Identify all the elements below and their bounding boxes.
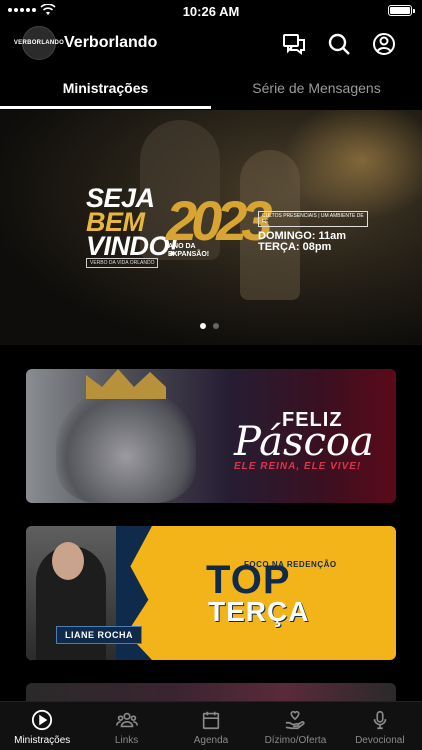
bottom-nav: Ministrações Links Agenda Dízimo/Oferta … xyxy=(0,701,422,750)
hand-heart-icon xyxy=(286,710,306,730)
top-terca-card[interactable]: FOCO NA REDENÇÃO TOP TERÇA LIANE ROCHA xyxy=(26,526,396,660)
easter-subtitle: ELE REINA, ELE VIVE! xyxy=(234,461,362,472)
carousel-dot-active[interactable] xyxy=(200,323,206,329)
terca-title: TERÇA xyxy=(208,596,310,627)
carousel-dots[interactable] xyxy=(200,323,219,329)
group-icon xyxy=(115,712,138,728)
social-handle: VERBO DA VIDA ORLANDO xyxy=(86,258,159,268)
tab-bar: Ministrações Série de Mensagens xyxy=(0,70,422,110)
schedule-tagline: CULTOS PRESENCIAIS | UM AMBIENTE DE FÉ xyxy=(258,211,368,227)
nav-links[interactable]: Links xyxy=(84,702,168,750)
service-schedule: CULTOS PRESENCIAIS | UM AMBIENTE DE FÉ D… xyxy=(258,210,368,253)
easter-title: Páscoa xyxy=(234,419,374,465)
nav-dizimo-oferta[interactable]: Dízimo/Oferta xyxy=(253,702,337,750)
app-logo: VERBORLANDO xyxy=(14,26,64,60)
hero-banner[interactable]: SEJA BEM VINDO! 2023 ANO DA EXPANSÃO! VE… xyxy=(0,110,422,345)
calendar-icon xyxy=(202,711,220,730)
nav-label: Devocional xyxy=(355,735,405,746)
speaker-name: LIANE ROCHA xyxy=(56,626,142,644)
nav-devocional[interactable]: Devocional xyxy=(338,702,422,750)
status-time: 10:26 AM xyxy=(182,4,240,19)
welcome-text: SEJA BEM VINDO! xyxy=(86,185,178,261)
app-header: VERBORLANDO Verborlando xyxy=(0,22,422,66)
microphone-icon xyxy=(373,710,387,730)
nav-ministracoes[interactable]: Ministrações xyxy=(0,702,84,750)
nav-label: Dízimo/Oferta xyxy=(264,735,327,746)
app-title: Verborlando xyxy=(64,34,158,51)
carousel-dot[interactable] xyxy=(213,323,219,329)
search-icon[interactable] xyxy=(326,31,352,57)
nav-label: Ministrações xyxy=(14,735,71,746)
status-bar: 10:26 AM xyxy=(0,0,422,22)
tab-ministracoes[interactable]: Ministrações xyxy=(0,70,211,110)
chat-icon[interactable] xyxy=(281,31,307,57)
tab-serie-de-mensagens[interactable]: Série de Mensagens xyxy=(211,70,422,110)
easter-card[interactable]: FELIZ Páscoa ELE REINA, ELE VIVE! xyxy=(26,369,396,503)
tab-indicator xyxy=(0,106,211,109)
schedule-tuesday: TERÇA: 08pm xyxy=(258,241,332,253)
lion-image xyxy=(56,387,196,503)
play-circle-icon xyxy=(32,709,53,731)
nav-agenda[interactable]: Agenda xyxy=(169,702,253,750)
year-caption: ANO DA EXPANSÃO! xyxy=(168,243,210,258)
welcome-line-3: VINDO! xyxy=(86,231,178,261)
battery-icon xyxy=(388,5,415,16)
profile-icon[interactable] xyxy=(371,31,397,57)
banner-light xyxy=(282,110,422,220)
nav-label: Agenda xyxy=(193,735,229,746)
crown-image xyxy=(86,369,166,399)
nav-label: Links xyxy=(114,735,139,746)
speaker-face xyxy=(52,542,84,580)
